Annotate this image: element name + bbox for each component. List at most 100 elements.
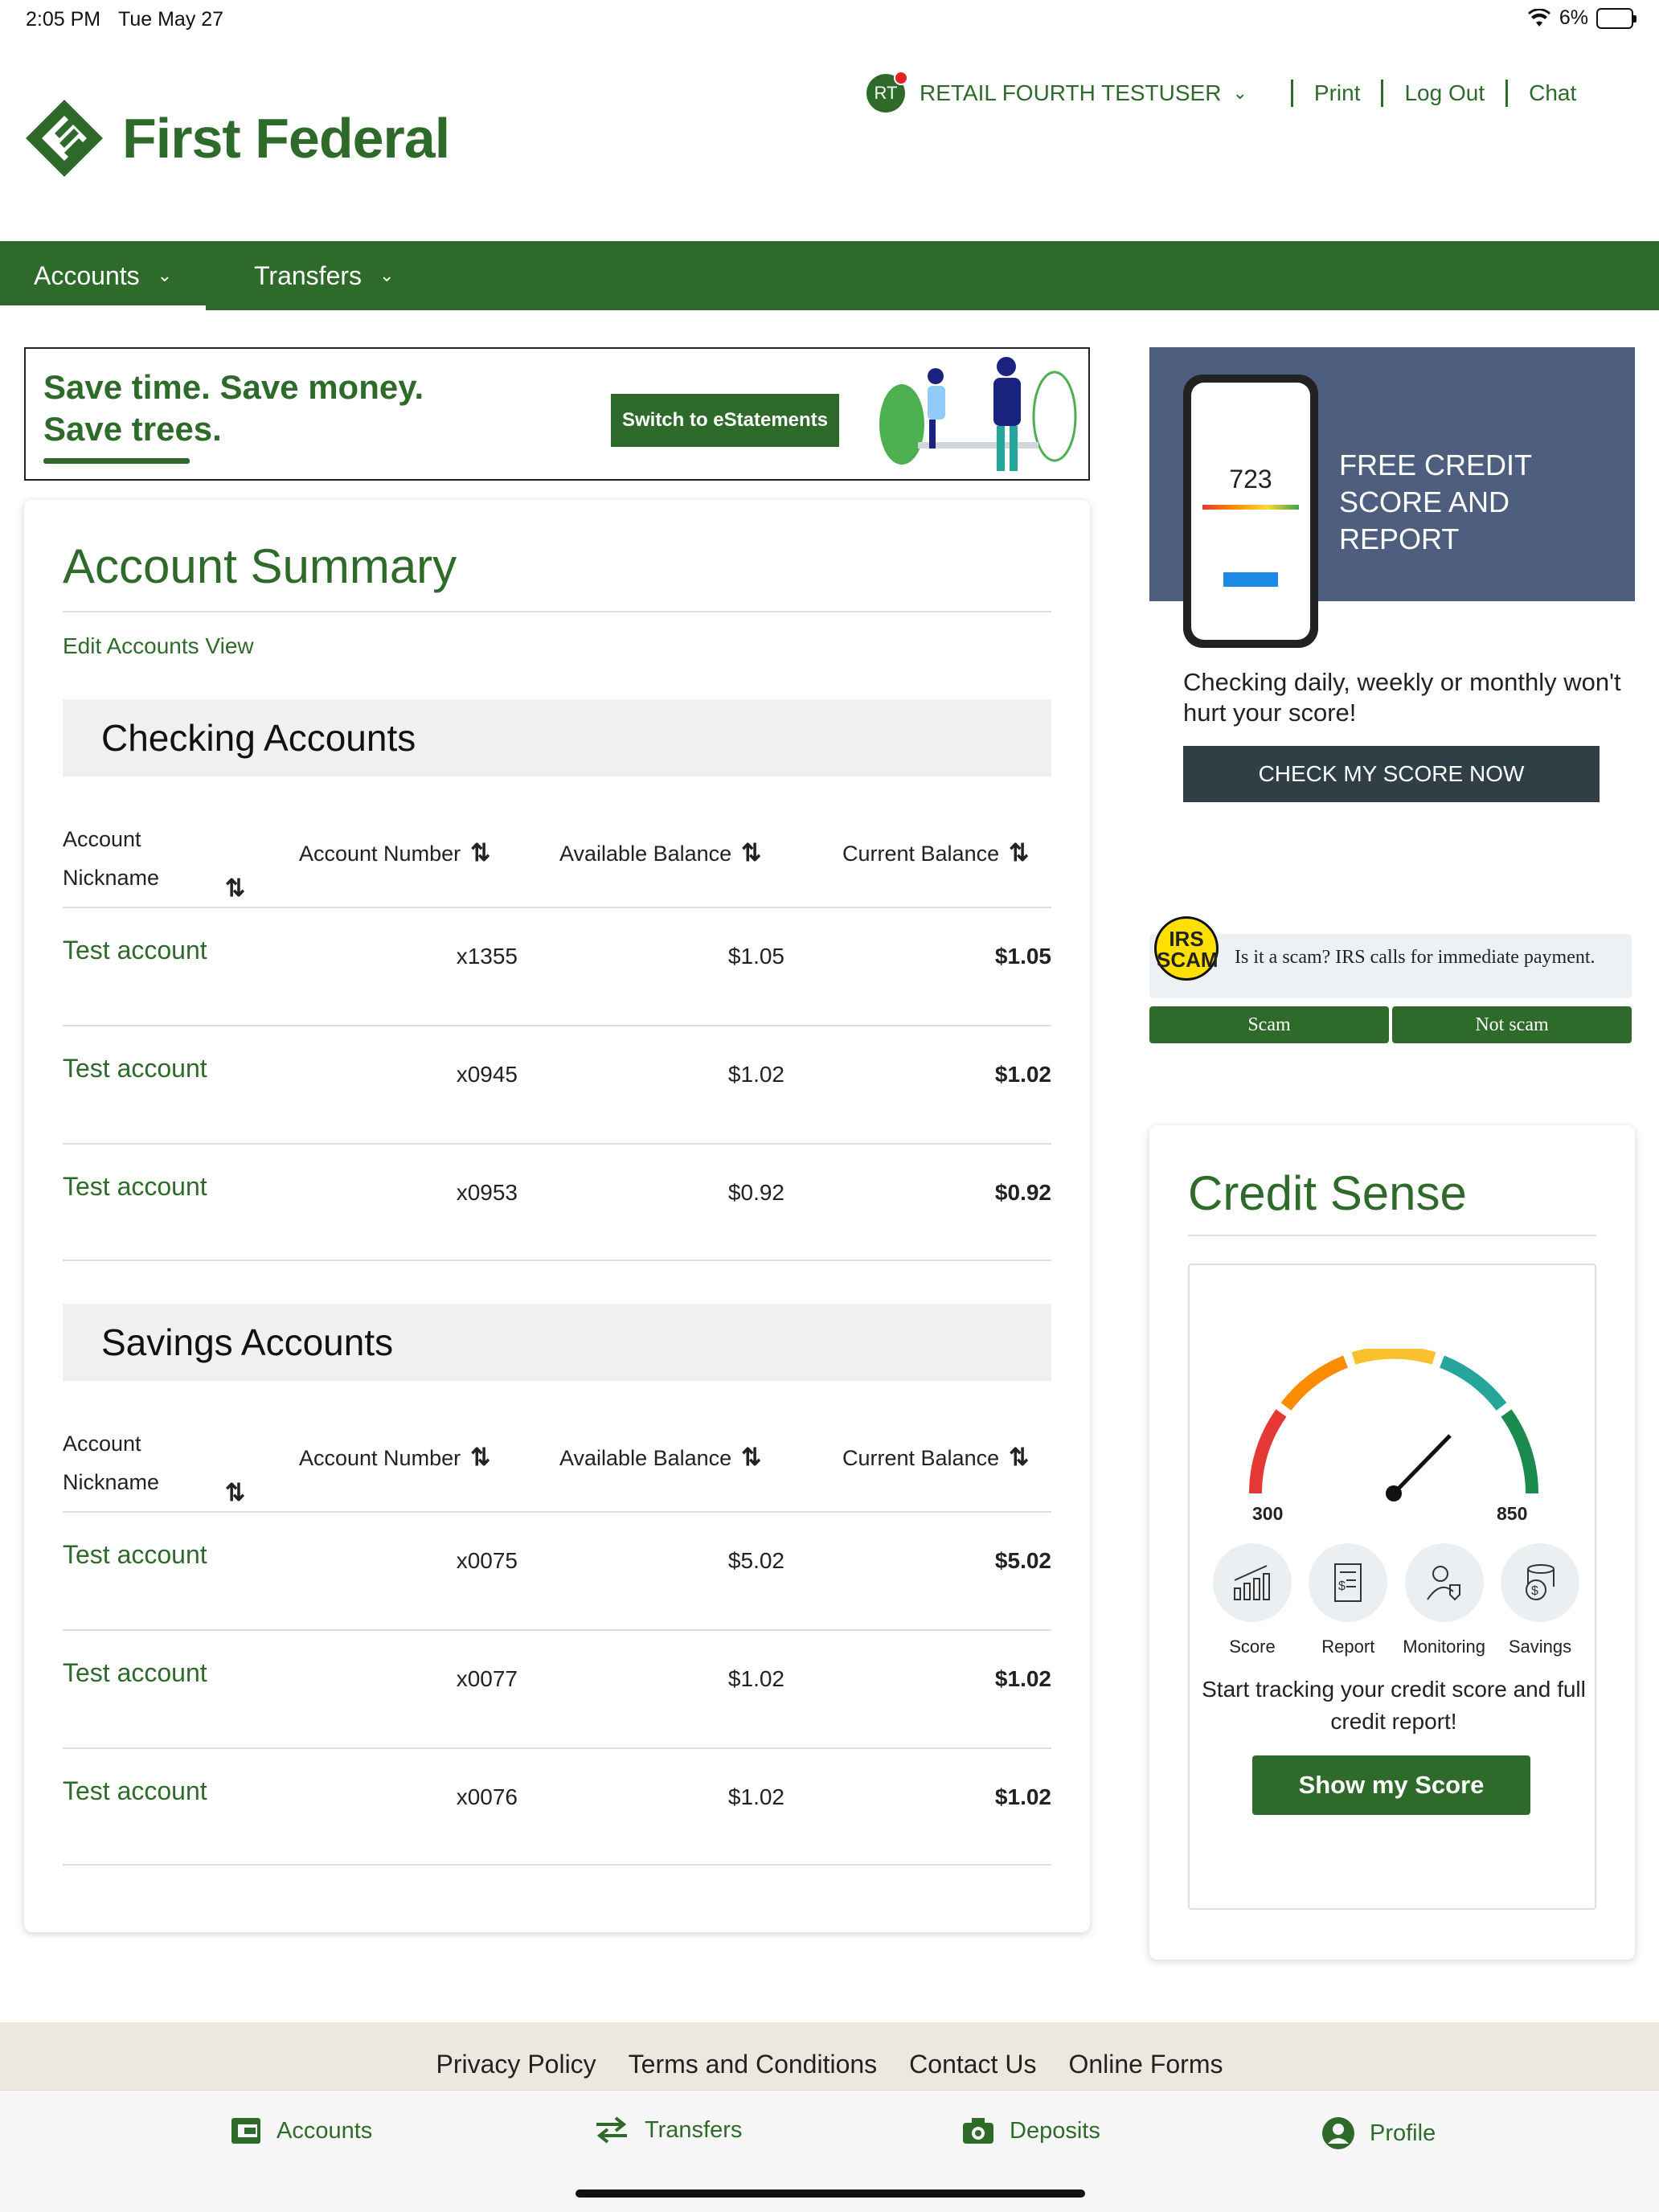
banner-underline: [43, 458, 190, 464]
coins-icon: $: [1500, 1543, 1579, 1622]
savings-feature[interactable]: $ Savings: [1495, 1543, 1585, 1657]
badge-line1: IRS: [1169, 927, 1204, 951]
tab-transfers[interactable]: Transfers: [593, 2116, 742, 2144]
sort-icon[interactable]: ⇅: [741, 840, 761, 866]
nav-transfers[interactable]: Transfers ⌄: [220, 241, 428, 310]
account-nickname[interactable]: Test account: [63, 1658, 207, 1688]
sort-icon[interactable]: ⇅: [225, 1474, 245, 1513]
available-balance: $0.92: [727, 1180, 784, 1205]
nav-accounts[interactable]: Accounts ⌄: [0, 241, 207, 310]
col-current-balance[interactable]: Current Balance ⇅: [842, 839, 1029, 867]
current-balance: $0.92: [994, 1180, 1051, 1205]
account-nickname[interactable]: Test account: [63, 1776, 207, 1806]
col-nickname[interactable]: Account Nickname ⇅: [63, 820, 245, 902]
edit-accounts-link[interactable]: Edit Accounts View: [63, 633, 254, 659]
check-score-button[interactable]: CHECK MY SCORE NOW: [1183, 746, 1600, 802]
scam-button[interactable]: Scam: [1149, 1006, 1389, 1043]
col-account-number[interactable]: Account Number ⇅: [299, 839, 490, 867]
sort-icon[interactable]: ⇅: [1009, 1444, 1029, 1471]
credit-score-promo[interactable]: 723 FREE CREDIT SCORE AND REPORT: [1149, 347, 1635, 648]
banner-text: Save time. Save money. Save trees.: [43, 367, 424, 450]
avatar-initials: RT: [874, 83, 898, 103]
col-available-balance[interactable]: Available Balance ⇅: [559, 839, 761, 867]
estatements-banner[interactable]: Save time. Save money. Save trees. Switch…: [24, 347, 1090, 481]
col-nickname-line2: Nickname: [63, 1470, 160, 1494]
promo-headline: FREE CREDIT SCORE AND REPORT: [1339, 449, 1532, 555]
table-row[interactable]: Test account x0077 $1.02 $1.02: [63, 1629, 1051, 1747]
nav-transfers-label: Transfers: [254, 260, 363, 290]
tab-accounts-label: Accounts: [276, 2117, 373, 2144]
available-balance: $5.02: [727, 1548, 784, 1573]
terms-link[interactable]: Terms and Conditions: [629, 2050, 877, 2091]
table-row[interactable]: Test account x0945 $1.02 $1.02: [63, 1025, 1051, 1143]
contact-us-link[interactable]: Contact Us: [909, 2050, 1036, 2091]
account-summary-card: Account Summary Edit Accounts View Check…: [24, 500, 1090, 1932]
monitoring-label: Monitoring: [1403, 1636, 1486, 1657]
chevron-down-icon: ⌄: [379, 265, 395, 285]
col-nickname-line1: Account: [63, 1432, 141, 1456]
sort-icon[interactable]: ⇅: [470, 840, 490, 866]
table-row[interactable]: Test account x0076 $1.02 $1.02: [63, 1747, 1051, 1866]
show-score-button[interactable]: Show my Score: [1252, 1755, 1530, 1815]
camera-icon: [963, 2118, 993, 2144]
sort-icon[interactable]: ⇅: [225, 870, 245, 908]
brand-logo[interactable]: First Federal: [24, 98, 450, 178]
account-nickname[interactable]: Test account: [63, 936, 207, 965]
savings-accounts-header: Savings Accounts: [63, 1304, 1051, 1381]
col-current-label: Current Balance: [842, 842, 1000, 866]
avatar[interactable]: RT: [866, 71, 908, 113]
current-balance: $5.02: [994, 1548, 1051, 1573]
first-federal-logo-icon: [26, 100, 103, 177]
irs-scam-badge: IRS SCAM: [1154, 916, 1219, 981]
col-available-balance[interactable]: Available Balance ⇅: [559, 1444, 761, 1472]
col-current-label: Current Balance: [842, 1446, 1000, 1470]
score-label: Score: [1229, 1636, 1276, 1657]
account-nickname[interactable]: Test account: [63, 1054, 207, 1083]
logout-link[interactable]: Log Out: [1404, 80, 1485, 106]
divider: [1188, 1235, 1596, 1236]
chevron-down-icon[interactable]: ⌄: [1232, 83, 1247, 104]
credit-message: Start tracking your credit score and ful…: [1202, 1677, 1586, 1734]
tab-deposits[interactable]: Deposits: [961, 2116, 1100, 2145]
online-forms-link[interactable]: Online Forms: [1068, 2050, 1223, 2091]
table-row[interactable]: Test account x0075 $5.02 $5.02: [63, 1511, 1051, 1629]
monitoring-feature[interactable]: Monitoring: [1399, 1543, 1489, 1657]
banner-line2: Save trees.: [43, 410, 222, 448]
print-link[interactable]: Print: [1314, 80, 1361, 106]
table-row[interactable]: Test account x1355 $1.05 $1.05: [63, 907, 1051, 1025]
divider: [1505, 80, 1509, 107]
gauge-max: 850: [1497, 1503, 1528, 1524]
col-account-number[interactable]: Account Number ⇅: [299, 1444, 490, 1472]
tab-profile[interactable]: Profile: [1321, 2116, 1436, 2150]
report-feature[interactable]: $ Report: [1303, 1543, 1393, 1657]
report-label: Report: [1321, 1636, 1375, 1657]
col-nickname-line1: Account: [63, 827, 141, 851]
table-row[interactable]: Test account x0953 $0.92 $0.92: [63, 1143, 1051, 1261]
not-scam-button[interactable]: Not scam: [1392, 1006, 1632, 1043]
account-nickname[interactable]: Test account: [63, 1172, 207, 1202]
privacy-policy-link[interactable]: Privacy Policy: [436, 2050, 596, 2091]
monitoring-icon: [1404, 1543, 1484, 1622]
divider: [63, 611, 1051, 612]
col-nickname[interactable]: Account Nickname ⇅: [63, 1424, 245, 1506]
tab-accounts[interactable]: Accounts: [230, 2116, 372, 2145]
badge-line2: SCAM: [1157, 948, 1219, 972]
account-nickname[interactable]: Test account: [63, 1540, 207, 1570]
home-indicator[interactable]: [576, 2189, 1085, 2198]
score-feature[interactable]: Score: [1207, 1543, 1297, 1657]
people-illustration: [879, 357, 1077, 471]
divider: [1290, 80, 1293, 107]
account-number: x0075: [456, 1548, 518, 1573]
poll-question: Is it a scam? IRS calls for immediate pa…: [1149, 934, 1632, 998]
user-menu[interactable]: RETAIL FOURTH TESTUSER: [920, 80, 1221, 106]
chat-link[interactable]: Chat: [1529, 80, 1576, 106]
switch-estatements-button[interactable]: Switch to eStatements: [611, 394, 839, 447]
checking-accounts-header: Checking Accounts: [63, 699, 1051, 776]
sort-icon[interactable]: ⇅: [470, 1444, 490, 1471]
credit-sense-card: Credit Sense 300 850 Score $ Report Monit…: [1149, 1125, 1635, 1960]
sort-icon[interactable]: ⇅: [1009, 840, 1029, 866]
sort-icon[interactable]: ⇅: [741, 1444, 761, 1471]
col-current-balance[interactable]: Current Balance ⇅: [842, 1444, 1029, 1472]
notification-dot: [894, 71, 908, 85]
status-time: 2:05 PM: [26, 8, 101, 31]
